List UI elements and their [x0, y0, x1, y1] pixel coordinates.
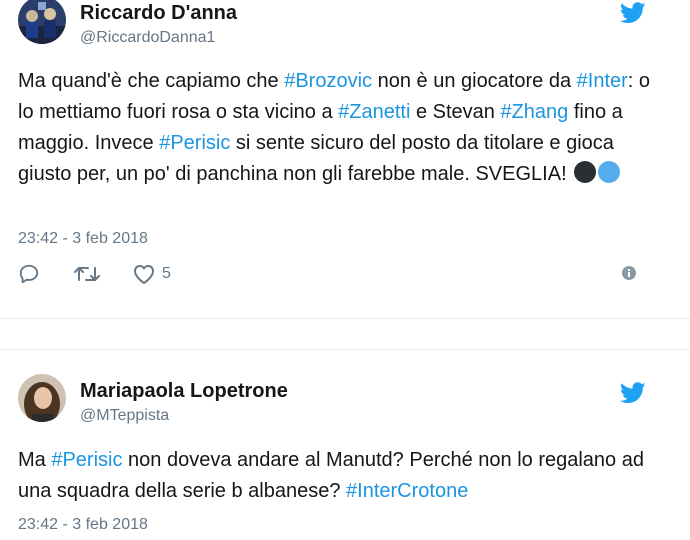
tweet-text-segment: non è un giocatore da: [372, 70, 577, 92]
hashtag-link[interactable]: #Inter: [577, 70, 628, 92]
tweet-card: Mariapaola Lopetrone @MTeppista Ma #Peri…: [0, 350, 690, 540]
tweet-text-segment: e Stevan: [410, 101, 501, 123]
tweet-timestamp[interactable]: 23:42 - 3 feb 2018: [18, 230, 148, 248]
hashtag-link[interactable]: #Brozovic: [284, 70, 372, 92]
retweet-icon: [74, 267, 100, 281]
avatar[interactable]: [18, 374, 66, 422]
hashtag-link[interactable]: #Perisic: [51, 449, 122, 471]
user-name[interactable]: Riccardo D'anna: [80, 2, 237, 25]
reply-icon: [19, 264, 39, 284]
tweet-text-segment: Ma quand'è che capiamo che: [18, 70, 285, 92]
tweet-text: Ma quand'è che capiamo che #Brozovic non…: [18, 66, 658, 190]
info-icon[interactable]: [620, 264, 638, 282]
tweet-actions: 5: [18, 262, 658, 288]
tweet-divider: [0, 318, 690, 350]
hashtag-link[interactable]: #Zhang: [500, 101, 568, 123]
hashtag-link[interactable]: #Perisic: [159, 132, 230, 154]
like-button[interactable]: 5: [132, 262, 171, 286]
heart-icon: [134, 265, 154, 284]
twitter-bird-icon[interactable]: [620, 2, 646, 24]
retweet-button[interactable]: [74, 262, 100, 286]
twitter-bird-icon[interactable]: [620, 382, 646, 404]
avatar[interactable]: [18, 0, 66, 44]
like-count: 5: [162, 265, 171, 282]
tweet-timestamp[interactable]: 23:42 - 3 feb 2018: [18, 516, 148, 534]
reply-button[interactable]: [18, 262, 40, 286]
blue-circle-emoji-icon: [598, 161, 621, 183]
hashtag-link[interactable]: #InterCrotone: [346, 480, 468, 502]
black-circle-emoji-icon: [574, 161, 597, 183]
tweet-text-segment: Ma: [18, 449, 52, 471]
user-name[interactable]: Mariapaola Lopetrone: [80, 380, 288, 403]
tweet-text: Ma #Perisic non doveva andare al Manutd?…: [18, 445, 658, 507]
tweet-card: Riccardo D'anna @RiccardoDanna1 Ma quand…: [0, 0, 690, 318]
user-handle[interactable]: @RiccardoDanna1: [80, 29, 215, 47]
hashtag-link[interactable]: #Zanetti: [338, 101, 410, 123]
user-handle[interactable]: @MTeppista: [80, 407, 169, 425]
